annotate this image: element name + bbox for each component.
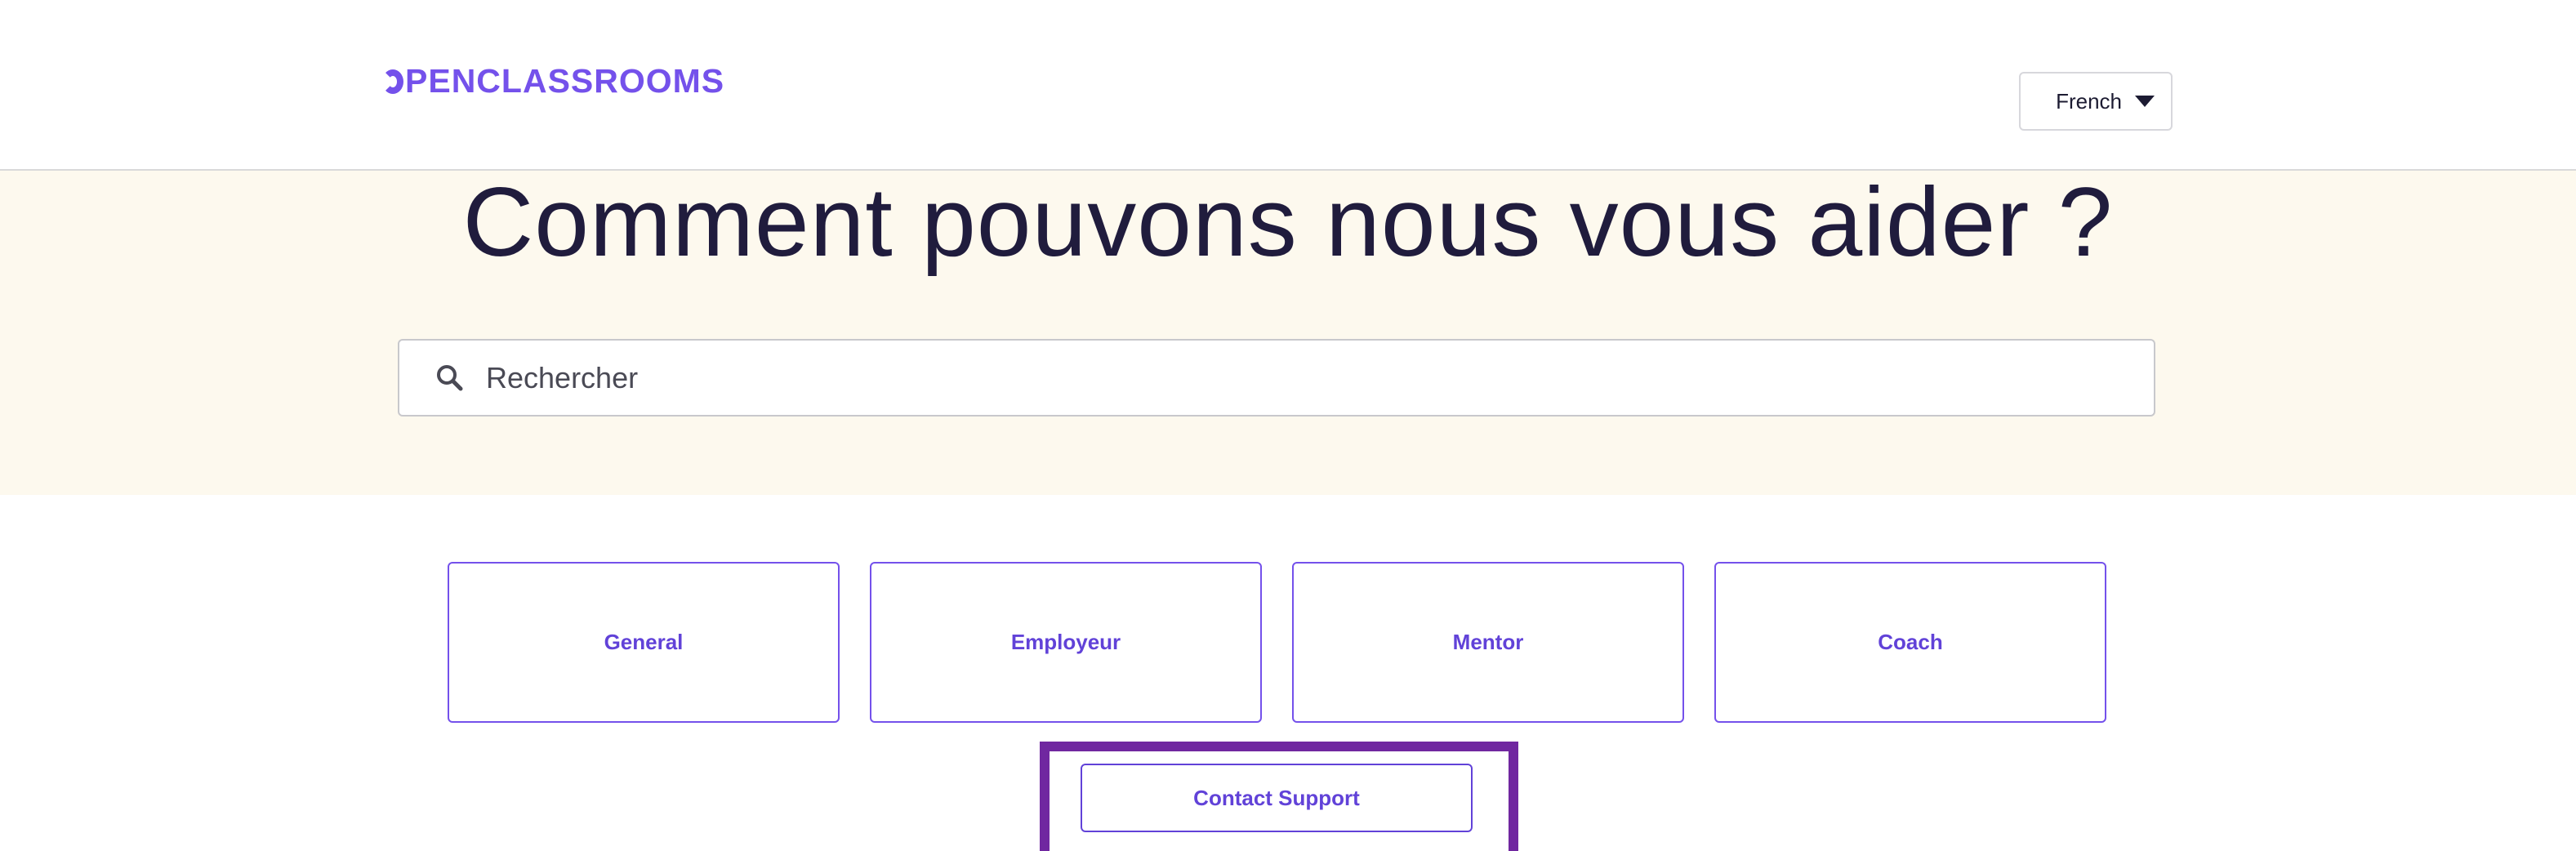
- logo-text: PENCLASSROOMS: [405, 61, 725, 100]
- search-input[interactable]: [484, 352, 2039, 403]
- category-card-coach[interactable]: Coach: [1714, 562, 2106, 723]
- category-card-general[interactable]: General: [448, 562, 840, 723]
- category-label: Employeur: [1010, 630, 1121, 654]
- logo-o-mark-icon: [382, 69, 403, 94]
- search-icon: [426, 354, 475, 403]
- category-label: General: [604, 630, 684, 654]
- category-card-mentor[interactable]: Mentor: [1292, 562, 1684, 723]
- openclassrooms-logo[interactable]: PENCLASSROOMS: [382, 60, 724, 101]
- contact-support-button[interactable]: Contact Support: [1081, 764, 1473, 832]
- language-select[interactable]: French: [2019, 72, 2173, 131]
- site-header: PENCLASSROOMS French: [0, 0, 2576, 171]
- language-select-value: French: [2056, 88, 2122, 114]
- caret-down-icon: [2135, 96, 2155, 107]
- contact-support-label: Contact Support: [1193, 785, 1360, 810]
- search-bar[interactable]: [398, 339, 2155, 417]
- page-title: Comment pouvons nous vous aider ?: [462, 167, 2114, 277]
- category-card-employeur[interactable]: Employeur: [870, 562, 1262, 723]
- category-label: Coach: [1878, 630, 1943, 654]
- category-label: Mentor: [1452, 630, 1524, 654]
